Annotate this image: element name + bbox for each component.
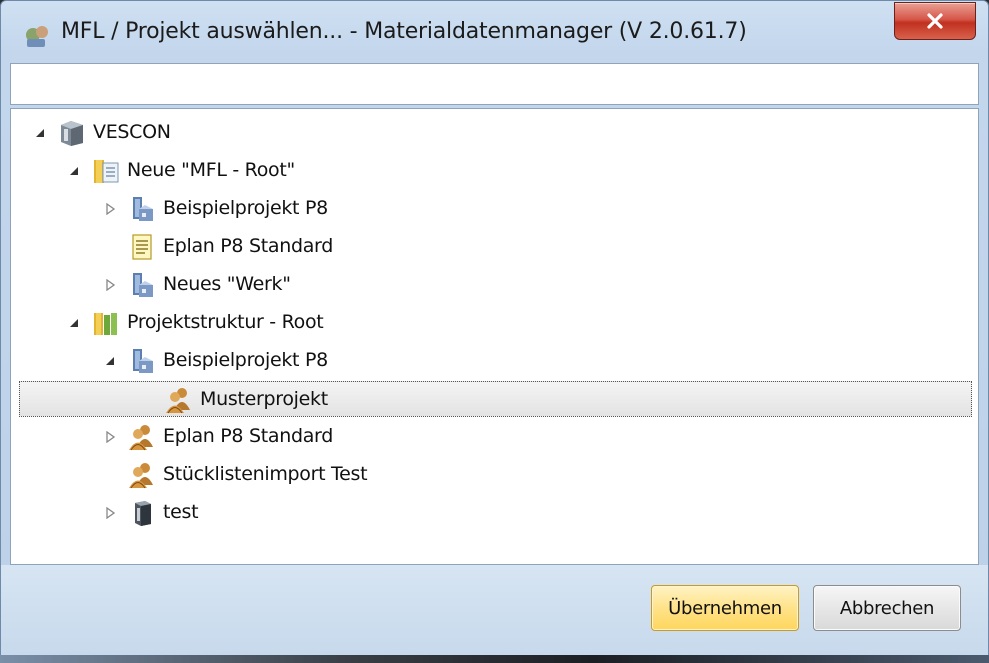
- tree-node-label: Eplan P8 Standard: [163, 425, 333, 447]
- collapsed-arrow-icon[interactable]: [103, 430, 117, 444]
- project-tree[interactable]: VESCON Neue "MFL - Root" Beispielprojekt…: [10, 108, 979, 565]
- expanded-arrow-icon[interactable]: [103, 354, 117, 368]
- tree-node-neue-mfl-root[interactable]: Neue "MFL - Root": [11, 153, 978, 189]
- users-icon: [164, 386, 192, 414]
- dialog-window: MFL / Projekt auswählen... - Materialdat…: [0, 0, 989, 655]
- tree-node-eplan-p8-standard[interactable]: Eplan P8 Standard: [11, 229, 978, 265]
- notepad-icon: [127, 233, 155, 261]
- tree-node-beispielprojekt-p8[interactable]: Beispielprojekt P8: [11, 191, 978, 227]
- project-building-icon: [127, 195, 155, 223]
- tree-node-projektstruktur-root[interactable]: Projektstruktur - Root: [11, 305, 978, 341]
- collapsed-arrow-icon[interactable]: [103, 202, 117, 216]
- expanded-arrow-icon[interactable]: [67, 316, 81, 330]
- collapsed-arrow-icon[interactable]: [103, 506, 117, 520]
- tree-node-label: Beispielprojekt P8: [163, 349, 328, 371]
- tree-node-musterprojekt[interactable]: Musterprojekt: [19, 381, 972, 417]
- expanded-arrow-icon[interactable]: [67, 164, 81, 178]
- close-icon: [925, 12, 945, 30]
- users-icon: [127, 423, 155, 451]
- server-cube-icon: [127, 499, 155, 527]
- window-title: MFL / Projekt auswählen... - Materialdat…: [61, 19, 747, 44]
- tree-node-label: Neue "MFL - Root": [127, 159, 295, 181]
- expanded-arrow-icon[interactable]: [33, 126, 47, 140]
- users-icon: [127, 461, 155, 489]
- folder-document-icon: [91, 157, 119, 185]
- collapsed-arrow-icon[interactable]: [103, 278, 117, 292]
- tree-node-label: VESCON: [93, 121, 171, 143]
- tree-node-test[interactable]: test: [11, 495, 978, 531]
- search-box[interactable]: [10, 63, 979, 105]
- tree-node-label: Projektstruktur - Root: [127, 311, 324, 333]
- tree-node-neues-werk[interactable]: Neues "Werk": [11, 267, 978, 303]
- tree-node-label: Beispielprojekt P8: [163, 197, 328, 219]
- server-cube-icon: [57, 119, 85, 147]
- project-building-icon: [127, 347, 155, 375]
- close-button[interactable]: [894, 2, 976, 40]
- tree-node-label: Eplan P8 Standard: [163, 235, 333, 257]
- accept-button[interactable]: Übernehmen: [651, 585, 799, 631]
- tree-node-label: Musterprojekt: [200, 388, 328, 410]
- tree-node-vescon[interactable]: VESCON: [11, 115, 978, 151]
- project-building-icon: [127, 271, 155, 299]
- tree-node-beispielprojekt-p8-expanded[interactable]: Beispielprojekt P8: [11, 343, 978, 379]
- tree-node-stuecklistenimport-test[interactable]: Stücklistenimport Test: [11, 457, 978, 493]
- tree-node-eplan-p8-standard-project[interactable]: Eplan P8 Standard: [11, 419, 978, 455]
- cancel-button[interactable]: Abbrechen: [813, 585, 961, 631]
- tree-node-label: Neues "Werk": [163, 273, 291, 295]
- title-bar[interactable]: MFL / Projekt auswählen... - Materialdat…: [1, 1, 988, 63]
- search-input[interactable]: [11, 64, 978, 104]
- tree-node-label: test: [163, 501, 199, 523]
- tree-node-label: Stücklistenimport Test: [163, 463, 368, 485]
- folder-books-icon: [91, 309, 119, 337]
- app-icon: [23, 23, 51, 49]
